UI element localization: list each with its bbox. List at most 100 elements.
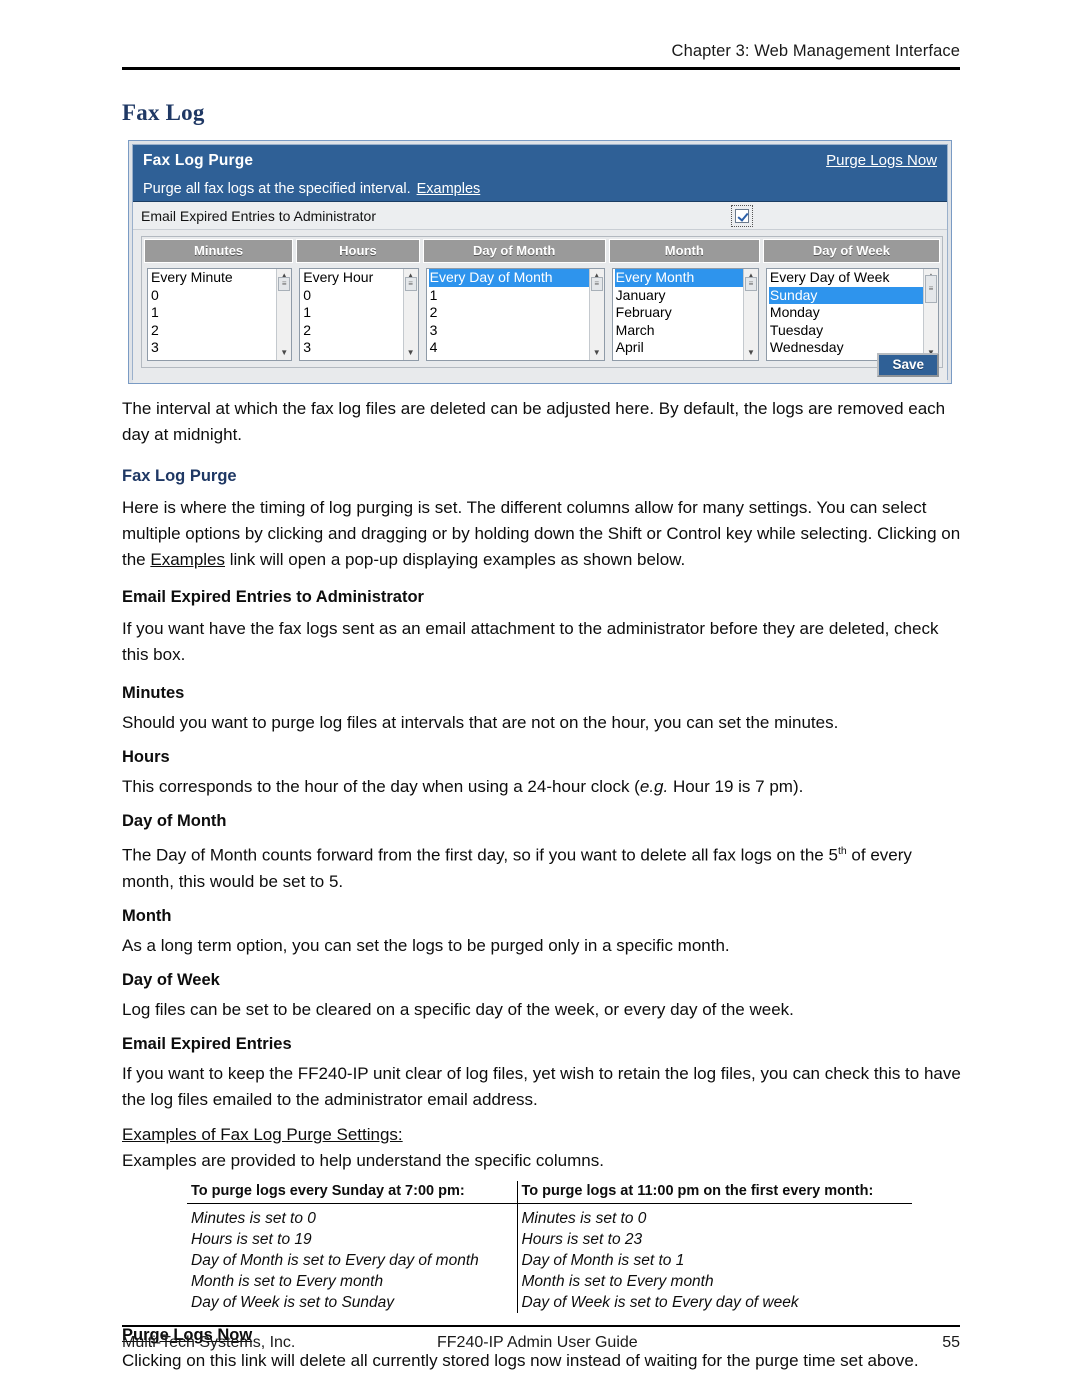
listbox-items-day-of-month: Every Day of Month 1 2 3 4 bbox=[427, 269, 589, 360]
email-expired-label: Email Expired Entries to Administrator bbox=[141, 207, 376, 224]
table-cell: Hours is set to 19 bbox=[187, 1229, 518, 1251]
scrollbar-thumb[interactable]: ≡ bbox=[404, 276, 417, 291]
listbox-month[interactable]: Every Month January February March April… bbox=[611, 268, 759, 361]
purge-logs-now-paragraph: Clicking on this link will delete all cu… bbox=[122, 1351, 919, 1371]
day-of-week-paragraph: Log files can be set to be cleared on a … bbox=[122, 999, 794, 1019]
fax-log-purge-text-b: link will open a pop-up displaying examp… bbox=[225, 550, 686, 569]
table-cell: Day of Month is set to Every day of mont… bbox=[187, 1250, 518, 1272]
list-item[interactable]: 2 bbox=[302, 322, 402, 340]
scroll-down-arrow-icon[interactable]: ▼ bbox=[404, 347, 417, 359]
listbox-items-hours: Every Hour 0 1 2 3 bbox=[300, 269, 402, 360]
scrollbar-month[interactable]: ▲ ≡ ▼ bbox=[742, 269, 758, 360]
email-expired-checkbox[interactable] bbox=[731, 205, 753, 227]
list-item[interactable]: 0 bbox=[150, 287, 276, 305]
purge-logs-now-link[interactable]: Purge Logs Now bbox=[826, 152, 937, 169]
listbox-items-month: Every Month January February March April bbox=[613, 269, 743, 360]
scrollbar-thumb[interactable]: ≡ bbox=[278, 276, 291, 291]
table-row: Day of Month is set to Every day of mont… bbox=[187, 1250, 912, 1272]
scrollbar-hours[interactable]: ▲ ≡ ▼ bbox=[402, 269, 418, 360]
save-button[interactable]: Save bbox=[877, 353, 939, 377]
table-row: Month is set to Every month Month is set… bbox=[187, 1271, 912, 1293]
page-content: The interval at which the fax log files … bbox=[122, 396, 967, 1374]
scrollbar-day-of-month[interactable]: ▲ ≡ ▼ bbox=[588, 269, 604, 360]
list-item[interactable]: 0 bbox=[302, 287, 402, 305]
hours-text-b: Hour 19 is 7 pm). bbox=[668, 777, 804, 796]
column-header-minutes: Minutes bbox=[144, 239, 294, 263]
list-item[interactable]: 3 bbox=[150, 339, 276, 357]
month-paragraph: As a long term option, you can set the l… bbox=[122, 935, 730, 955]
list-item[interactable]: Monday bbox=[769, 304, 923, 322]
panel-subtitle-text: Purge all fax logs at the specified inte… bbox=[143, 180, 411, 197]
examples-link[interactable]: Examples bbox=[417, 181, 481, 197]
table-cell: Minutes is set to 0 bbox=[187, 1203, 518, 1230]
list-item-selected[interactable]: Every Month bbox=[614, 269, 743, 287]
document-page: Chapter 3: Web Management Interface Fax … bbox=[0, 0, 1080, 1397]
listbox-minutes[interactable]: Every Minute 0 1 2 3 ▲ ≡ ▼ bbox=[147, 268, 293, 361]
scroll-down-arrow-icon[interactable]: ▼ bbox=[590, 347, 603, 359]
list-item[interactable]: Tuesday bbox=[769, 322, 923, 340]
listbox-hours[interactable]: Every Hour 0 1 2 3 ▲ ≡ ▼ bbox=[299, 268, 419, 361]
list-item[interactable]: 2 bbox=[150, 322, 276, 340]
scrollbar-day-of-week[interactable]: ▲ ≡ ▼ bbox=[923, 269, 938, 360]
table-cell: Day of Month is set to 1 bbox=[521, 1251, 685, 1269]
list-item[interactable]: February bbox=[615, 304, 743, 322]
list-item[interactable]: 1 bbox=[302, 304, 402, 322]
heading-day-of-week: Day of Week bbox=[122, 970, 220, 989]
column-header-day-of-month: Day of Month bbox=[422, 239, 606, 263]
list-item[interactable]: Every Hour bbox=[302, 269, 402, 287]
scrollbar-thumb[interactable]: ≡ bbox=[744, 276, 757, 291]
listbox-wrap-month: Every Month January February March April… bbox=[608, 266, 760, 365]
table-cell: Day of Week is set to Sunday bbox=[187, 1292, 518, 1314]
list-item[interactable]: Every Day of Week bbox=[769, 269, 923, 287]
list-item[interactable]: 4 bbox=[429, 339, 589, 357]
heading-fax-log-purge: Fax Log Purge bbox=[122, 467, 237, 485]
checkmark-icon bbox=[735, 209, 749, 223]
table-cell: Day of Week is set to Every day of week bbox=[521, 1293, 799, 1311]
heading-minutes: Minutes bbox=[122, 684, 185, 702]
list-item-selected[interactable]: Every Day of Month bbox=[428, 269, 589, 287]
list-item[interactable]: March bbox=[615, 322, 743, 340]
examples-table-head: To purge logs every Sunday at 7:00 pm: T… bbox=[187, 1180, 912, 1204]
examples-col-header-2: To purge logs at 11:00 pm on the first e… bbox=[517, 1180, 912, 1204]
scrollbar-minutes[interactable]: ▲ ≡ ▼ bbox=[276, 269, 292, 360]
list-item[interactable]: 3 bbox=[302, 339, 402, 357]
listbox-wrap-day-of-month: Every Day of Month 1 2 3 4 ▲ ≡ ▼ bbox=[422, 266, 606, 365]
examples-settings-text: Examples are provided to help understand… bbox=[122, 1150, 604, 1170]
email-expired-entries-paragraph: If you want to keep the FF240-IP unit cl… bbox=[122, 1063, 961, 1109]
list-item[interactable]: April bbox=[615, 339, 743, 357]
listbox-items-day-of-week: Every Day of Week Sunday Monday Tuesday … bbox=[767, 269, 923, 360]
heading-hours: Hours bbox=[122, 748, 170, 766]
scrollbar-thumb[interactable]: ≡ bbox=[590, 276, 603, 291]
footer-guide-title: FF240-IP Admin User Guide bbox=[437, 1334, 638, 1351]
list-item-selected[interactable]: Sunday bbox=[768, 286, 923, 304]
list-item[interactable]: 1 bbox=[429, 287, 589, 305]
list-item[interactable]: January bbox=[615, 287, 743, 305]
list-item[interactable]: 1 bbox=[150, 304, 276, 322]
list-item[interactable]: Every Minute bbox=[150, 269, 276, 287]
column-header-hours: Hours bbox=[296, 239, 420, 263]
examples-inline-link[interactable]: Examples bbox=[150, 550, 225, 569]
list-item[interactable]: 3 bbox=[429, 322, 589, 340]
screenshot-inner-frame: Fax Log Purge Purge Logs Now Purge all f… bbox=[132, 144, 948, 383]
save-row: Save bbox=[877, 353, 939, 377]
table-cell: Minutes is set to 0 bbox=[521, 1209, 647, 1227]
listbox-day-of-month[interactable]: Every Day of Month 1 2 3 4 ▲ ≡ ▼ bbox=[425, 268, 605, 361]
email-expired-row: Email Expired Entries to Administrator bbox=[133, 202, 947, 230]
scrollbar-thumb[interactable]: ≡ bbox=[925, 274, 937, 303]
list-item[interactable]: 2 bbox=[429, 304, 589, 322]
scroll-down-arrow-icon[interactable]: ▼ bbox=[744, 347, 757, 359]
panel-subtitle-bar: Purge all fax logs at the specified inte… bbox=[133, 176, 947, 202]
listbox-day-of-week[interactable]: Every Day of Week Sunday Monday Tuesday … bbox=[765, 268, 939, 361]
scroll-down-arrow-icon[interactable]: ▼ bbox=[278, 347, 291, 359]
hours-text-eg: e.g. bbox=[639, 777, 669, 796]
fax-log-purge-paragraph: Here is where the timing of log purging … bbox=[122, 495, 967, 573]
examples-table-body: Minutes is set to 0 Minutes is set to 0 … bbox=[187, 1203, 912, 1314]
heading-month: Month bbox=[122, 906, 172, 925]
